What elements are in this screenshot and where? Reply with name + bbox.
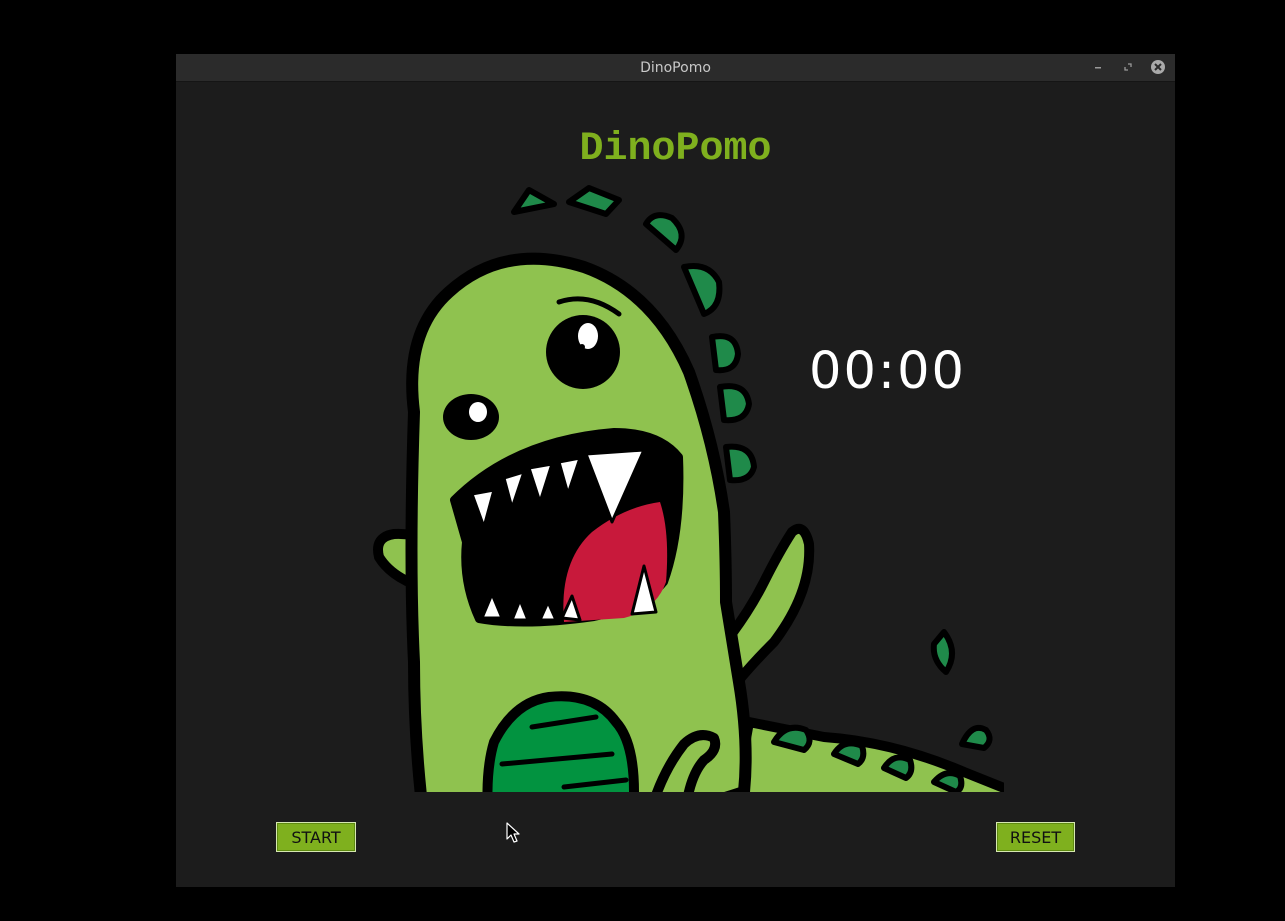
app-window: DinoPomo DinoPomo 00:00 START RESET <box>176 54 1175 887</box>
reset-button[interactable]: RESET <box>996 822 1075 852</box>
maximize-icon[interactable] <box>1120 59 1136 75</box>
minimize-icon[interactable] <box>1090 59 1106 75</box>
timer-display: 00:00 <box>809 342 966 401</box>
start-button[interactable]: START <box>276 822 356 852</box>
app-content: DinoPomo 00:00 START RESET <box>176 82 1175 887</box>
window-title: DinoPomo <box>640 60 711 76</box>
title-bar[interactable]: DinoPomo <box>176 54 1175 82</box>
close-icon[interactable] <box>1150 59 1166 75</box>
dinosaur-illustration <box>373 185 1004 792</box>
mouse-cursor-icon <box>506 822 520 843</box>
app-heading: DinoPomo <box>579 127 772 172</box>
